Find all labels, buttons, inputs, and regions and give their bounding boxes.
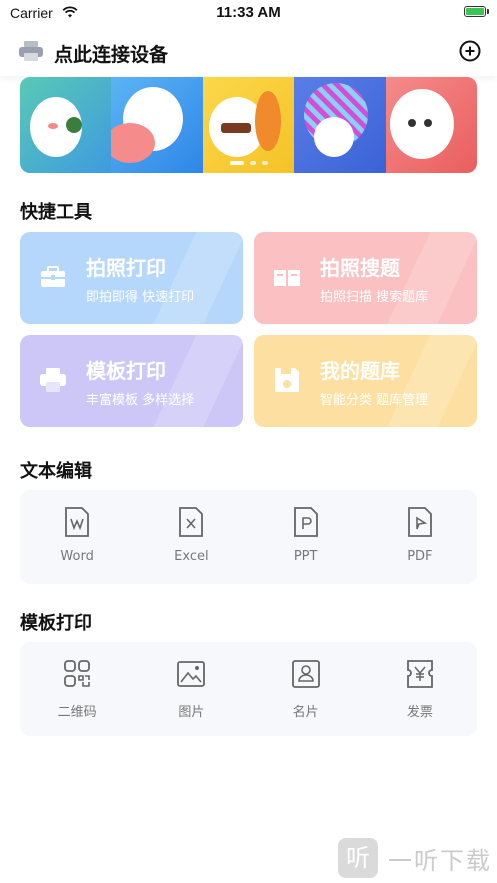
quick-tools-title: 快捷工具 (20, 202, 92, 223)
carousel-indicator (20, 161, 477, 165)
connect-device-title[interactable]: 点此连接设备 (54, 40, 168, 67)
excel-button[interactable]: Excel (134, 490, 248, 584)
carousel-dot (261, 161, 268, 165)
card-title: 拍照搜题 (320, 256, 400, 280)
book-icon (274, 270, 300, 286)
watermark-logo: 听 (338, 838, 378, 878)
grid-label: 名片 (292, 705, 319, 720)
qrcode-button[interactable]: 二维码 (20, 642, 134, 736)
grid-label: 二维码 (57, 705, 97, 720)
word-file-icon (65, 507, 90, 537)
add-icon[interactable] (459, 40, 481, 62)
banner-image (385, 77, 477, 173)
grid-label: Excel (174, 549, 209, 564)
business-card-icon (291, 660, 320, 688)
banner-image (202, 77, 295, 173)
banner-image (111, 77, 203, 173)
printer-icon (40, 368, 66, 392)
ppt-button[interactable]: PPT (249, 490, 363, 584)
card-subtitle: 即拍即得 快速打印 (86, 290, 195, 305)
printer-icon[interactable] (18, 40, 44, 62)
carousel-dot (229, 161, 244, 165)
card-subtitle: 拍照扫描 搜索题库 (320, 290, 429, 305)
banner-image (20, 77, 112, 173)
battery-icon (464, 6, 489, 17)
text-edit-panel: Word Excel PPT PDF (20, 490, 477, 584)
word-button[interactable]: Word (20, 490, 134, 584)
status-bar: Carrier 11:33 AM (0, 0, 497, 26)
card-subtitle: 智能分类 题库管理 (320, 393, 429, 408)
carousel-dot (249, 161, 256, 165)
invoice-button[interactable]: 发票 (363, 642, 477, 736)
photo-search-card[interactable]: 拍照搜题 拍照扫描 搜索题库 (254, 232, 477, 324)
grid-label: 发票 (406, 705, 433, 720)
qrcode-icon (64, 660, 91, 687)
invoice-icon (406, 660, 433, 688)
template-print-panel: 二维码 图片 名片 发票 (20, 642, 477, 736)
grid-label: PDF (407, 549, 433, 564)
template-print-title: 模板打印 (20, 613, 92, 634)
my-question-bank-card[interactable]: 我的题库 智能分类 题库管理 (254, 335, 477, 427)
text-edit-title: 文本编辑 (20, 461, 92, 482)
card-subtitle: 丰富模板 多样选择 (86, 393, 195, 408)
card-title: 拍照打印 (86, 256, 166, 280)
pdf-file-icon (407, 507, 432, 537)
watermark: 听 一听下载 (338, 838, 492, 878)
card-title: 我的题库 (320, 359, 400, 383)
grid-label: 图片 (178, 705, 205, 720)
grid-label: Word (60, 549, 94, 564)
excel-file-icon (179, 507, 204, 537)
watermark-text: 一听下载 (388, 846, 492, 875)
grid-label: PPT (293, 549, 318, 564)
status-time: 11:33 AM (216, 4, 281, 21)
image-icon (177, 661, 206, 687)
toolbox-icon (41, 266, 65, 287)
save-icon (275, 368, 299, 392)
pdf-button[interactable]: PDF (363, 490, 477, 584)
template-print-card[interactable]: 模板打印 丰富模板 多样选择 (20, 335, 243, 427)
ppt-file-icon (293, 507, 318, 537)
banner-carousel[interactable] (20, 77, 477, 173)
business-card-button[interactable]: 名片 (249, 642, 363, 736)
photo-print-card[interactable]: 拍照打印 即拍即得 快速打印 (20, 232, 243, 324)
card-title: 模板打印 (86, 359, 166, 383)
image-button[interactable]: 图片 (134, 642, 248, 736)
header: 点此连接设备 (0, 30, 497, 76)
banner-image (294, 77, 386, 173)
